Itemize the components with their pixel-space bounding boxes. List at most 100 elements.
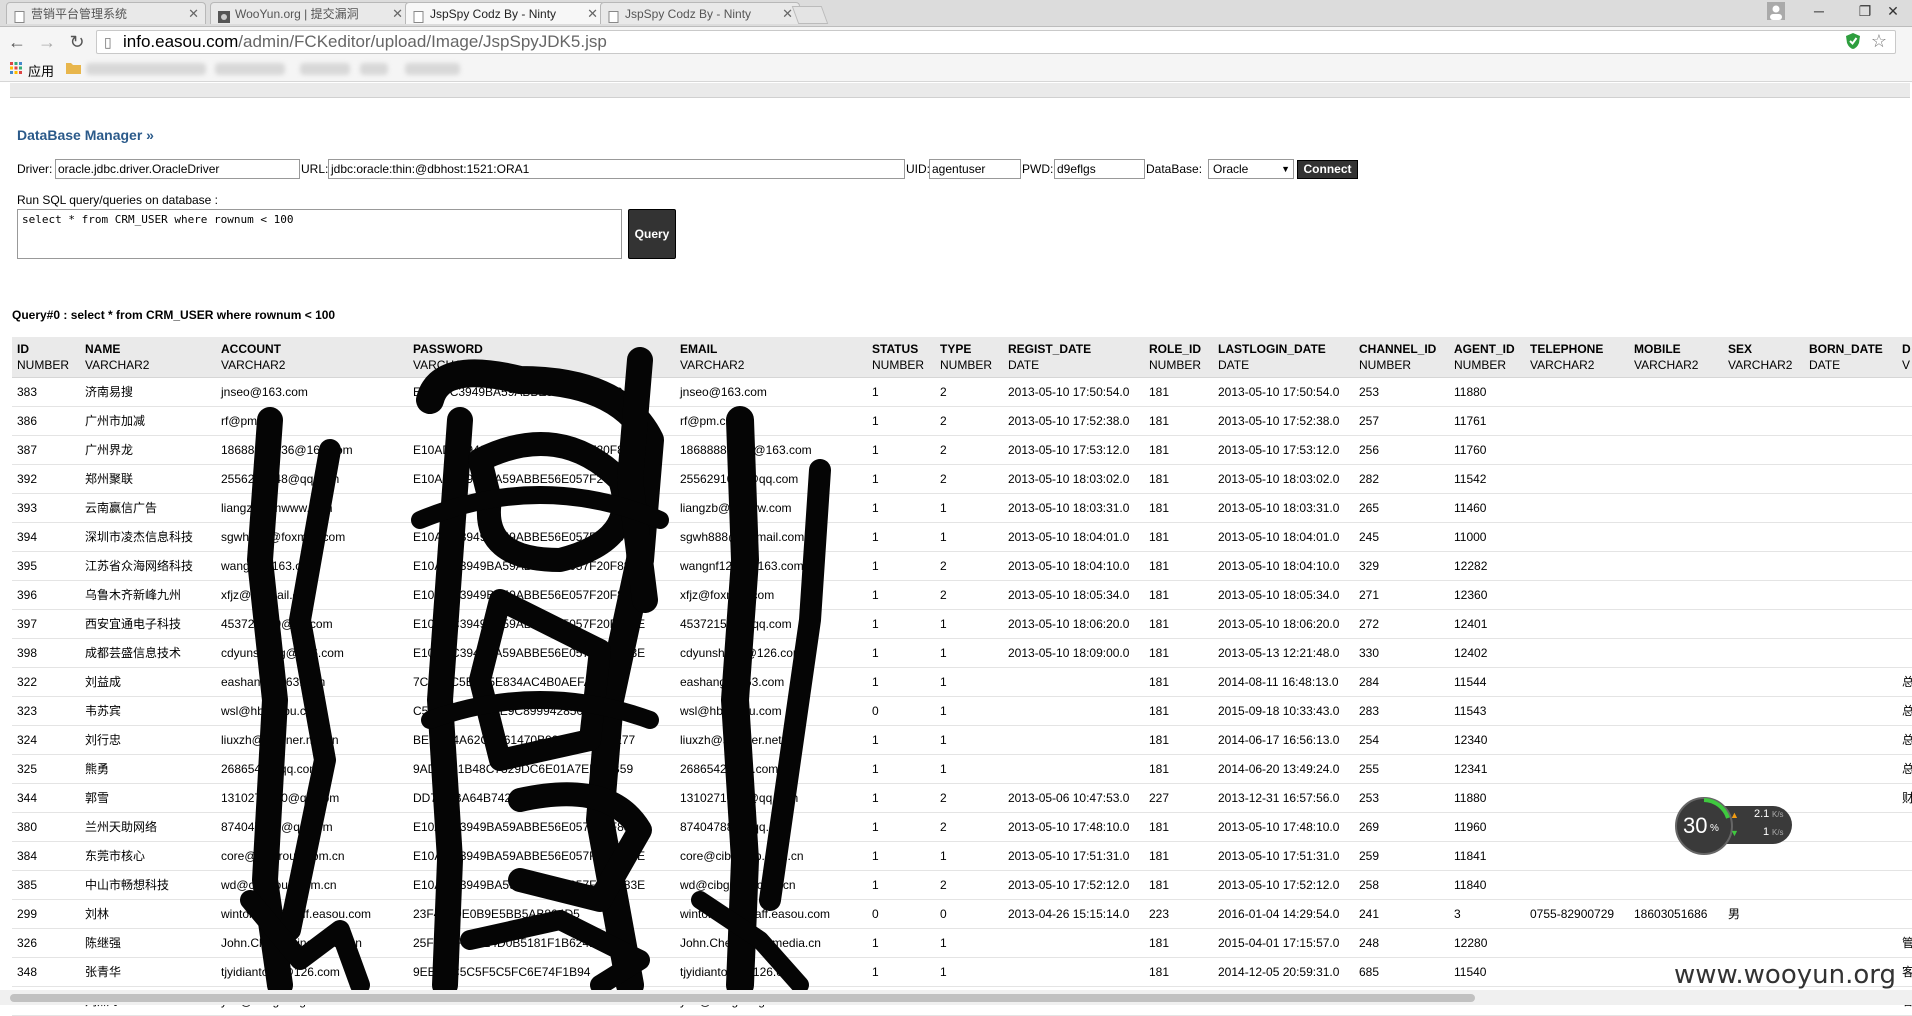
table-cell: 1	[867, 783, 935, 813]
apps-label[interactable]: 应用	[28, 61, 54, 80]
watermark: www.wooyun.org	[1673, 960, 1896, 990]
table-cell: 2013-05-10 17:48:10.0	[1213, 812, 1354, 842]
table-cell: 255	[1354, 754, 1449, 784]
shield-icon[interactable]	[1845, 32, 1861, 56]
table-cell: E10ADC3949BA59ABBE56E057F20F883E	[408, 551, 675, 581]
folder-icon[interactable]	[66, 62, 81, 77]
table-cell: 18603051686	[1629, 899, 1723, 929]
user-icon[interactable]	[1753, 0, 1799, 24]
table-cell	[1804, 725, 1897, 755]
table-cell	[1804, 696, 1897, 726]
star-icon[interactable]: ☆	[1871, 30, 1887, 52]
table-cell	[1525, 928, 1629, 958]
table-cell	[1629, 377, 1723, 407]
table-cell: 12401	[1449, 609, 1525, 639]
table-row: 394 深圳市凌杰信息科技 sgwh888@foxmail.com E10ADC394…	[12, 522, 1912, 552]
table-cell: 刘行忠	[80, 725, 216, 755]
table-row: 386 广州市加减 rf@pm.cn rf@pm.cn 1 2 2013-05-10 17:…	[12, 406, 1912, 436]
table-cell: 685	[1354, 957, 1449, 987]
apps-icon[interactable]	[10, 62, 22, 77]
page-info-icon[interactable]: ▯	[104, 31, 112, 53]
table-cell	[1525, 638, 1629, 668]
table-cell: 1	[867, 377, 935, 407]
table-cell: 323	[12, 696, 80, 726]
table-cell: rf@pm.cn	[216, 406, 408, 436]
blurred-bookmark	[300, 63, 350, 75]
table-cell: 2013-05-10 17:52:12.0	[1003, 870, 1144, 900]
column-name: EMAIL	[680, 342, 718, 356]
table-cell: 东莞市核心	[80, 841, 216, 871]
table-cell: 总	[1897, 667, 1912, 697]
table-cell: 刘林	[80, 899, 216, 929]
table-cell	[1525, 957, 1629, 987]
table-cell	[1804, 754, 1897, 784]
database-label: DataBase:	[1146, 162, 1203, 176]
table-cell: 12282	[1449, 551, 1525, 581]
uid-input[interactable]: agentuser	[929, 159, 1021, 179]
database-select[interactable]: Oracle ▼	[1208, 159, 1294, 179]
table-cell: 1	[867, 870, 935, 900]
table-cell: 1	[867, 928, 935, 958]
window-close-button[interactable]: ✕	[1870, 0, 1912, 24]
close-icon[interactable]: ✕	[188, 3, 199, 24]
table-cell: eashang@163.com	[216, 667, 408, 697]
pwd-input[interactable]: d9eflgs	[1054, 159, 1145, 179]
blurred-bookmark	[405, 63, 460, 75]
table-cell	[1897, 899, 1912, 929]
table-row: 323 韦苏宾 wsl@hbeasou.com C544E2AD3081E9C8999…	[12, 696, 1912, 726]
table-cell: 刘益成	[80, 667, 216, 697]
table-cell: cdyunsheng@126.com	[675, 638, 867, 668]
table-row: 324 刘行忠 liuxzh@sebiner.net.cn BE1EC4A62CE16…	[12, 725, 1912, 755]
table-cell: liuxzh@sebiner.net.cn	[216, 725, 408, 755]
connect-button[interactable]: Connect	[1297, 160, 1358, 179]
table-cell	[1525, 667, 1629, 697]
upload-unit: K/s	[1772, 810, 1784, 819]
tab-marketing[interactable]: 营销平台管理系统 ✕	[6, 2, 206, 24]
table-cell: 386	[12, 406, 80, 436]
table-cell	[1629, 928, 1723, 958]
table-row: 322 刘益成 eashang@163.com 7C4D0C5E3E5E834AC4B…	[12, 667, 1912, 697]
table-cell: 258	[1354, 870, 1449, 900]
forward-icon[interactable]: →	[36, 31, 58, 53]
table-cell	[1804, 899, 1897, 929]
table-cell: 中山市畅想科技	[80, 870, 216, 900]
table-cell	[1723, 435, 1804, 465]
scrollbar-thumb[interactable]	[10, 994, 1475, 1002]
network-speed-widget[interactable]: 30 % ▲ 2.1 K/s ▼ 1 K/s	[1674, 796, 1794, 856]
table-cell: C544E2AD3081E9C899942850C4443	[408, 696, 675, 726]
table-cell: tjyidiantong@126.com	[216, 957, 408, 987]
network-percent: 30	[1683, 813, 1708, 838]
table-cell: winton_liu@staff.easou.com	[675, 899, 867, 929]
table-cell: 1310271040@qq.com	[216, 783, 408, 813]
table-cell: core@cibgroup.com.cn	[675, 841, 867, 871]
tab-label: WooYun.org | 提交漏洞	[235, 7, 359, 21]
table-cell: 广州市加减	[80, 406, 216, 436]
new-tab-button[interactable]	[791, 6, 829, 24]
table-cell	[408, 493, 675, 523]
url-input[interactable]: jdbc:oracle:thin:@dbhost:1521:ORA1	[328, 159, 905, 179]
query-button[interactable]: Query	[628, 209, 676, 259]
column-type: VARCHAR2	[1530, 358, 1595, 372]
table-cell: E104DC3949BA59ABBE56E057F20F8	[408, 377, 675, 407]
table-cell: liangzb@mwww.com	[216, 493, 408, 523]
table-cell: 12402	[1449, 638, 1525, 668]
tab-jspspy[interactable]: JspSpy Codz By - Ninty ✕	[600, 2, 800, 24]
minimize-button[interactable]: ─	[1796, 0, 1842, 24]
reload-icon[interactable]: ↻	[66, 31, 88, 53]
table-cell: 1	[867, 725, 935, 755]
address-bar[interactable]: ▯ info.easou.com/admin/FCKeditor/upload/…	[96, 30, 1896, 54]
result-table: ID NUMBER NAME VARCHAR2 ACCOUNT VARCHAR2 PASSW…	[12, 337, 1912, 1016]
table-cell: 2013-05-10 17:51:31.0	[1003, 841, 1144, 871]
driver-input[interactable]: oracle.jdbc.driver.OracleDriver	[55, 159, 300, 179]
bookmarks-bar: 应用	[0, 57, 1912, 82]
sql-textarea[interactable]	[17, 209, 622, 259]
column-type: VARCHAR2	[680, 358, 745, 372]
tab-wooyun[interactable]: WooYun.org | 提交漏洞 ✕	[210, 2, 410, 24]
close-icon[interactable]: ✕	[587, 3, 598, 24]
horizontal-scrollbar[interactable]	[0, 990, 1912, 1005]
close-icon[interactable]: ✕	[392, 3, 403, 24]
back-icon[interactable]: ←	[6, 31, 28, 53]
table-cell: 395	[12, 551, 80, 581]
tab-jspspy-active[interactable]: JspSpy Codz By - Ninty ✕	[405, 2, 605, 24]
table-cell: 兰州天助网络	[80, 812, 216, 842]
